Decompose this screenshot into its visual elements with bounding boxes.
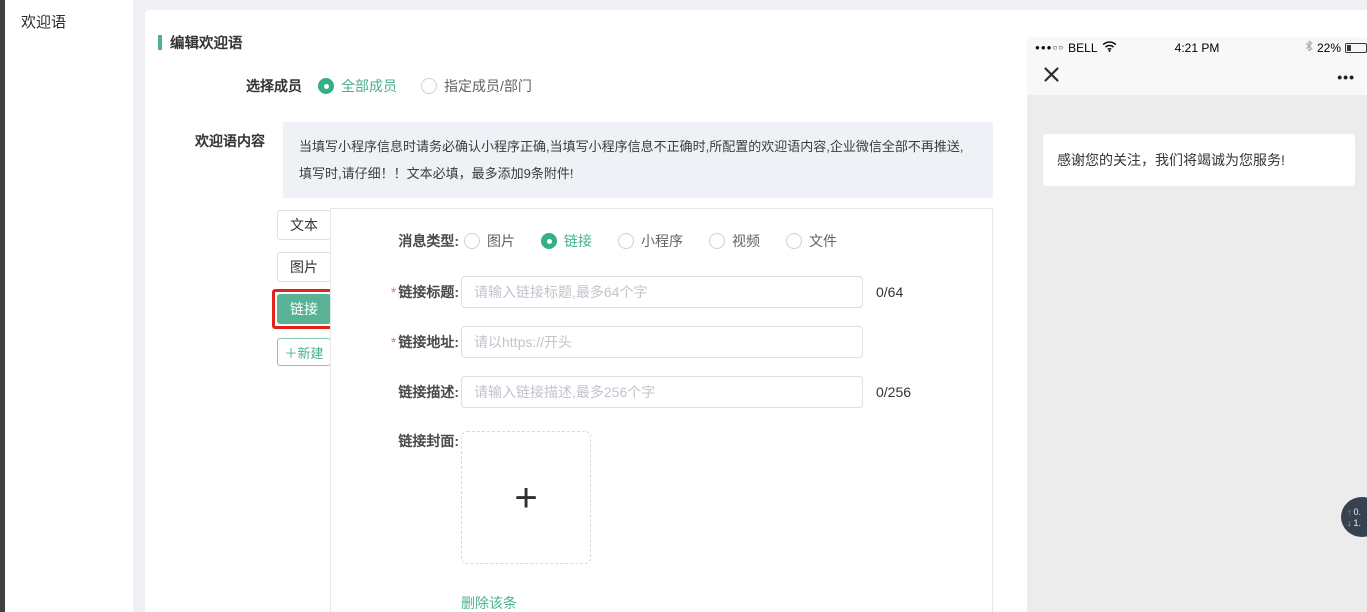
phone-preview: ●●●○○ BELL 4:21 PM xyxy=(1027,37,1367,612)
wifi-icon xyxy=(1102,41,1117,55)
cover-upload-box[interactable]: + xyxy=(461,431,591,564)
required-mark: * xyxy=(391,284,396,300)
page-title: 编辑欢迎语 xyxy=(158,32,243,53)
page: 欢迎语 编辑欢迎语 选择成员 全部成员 指定成员/部门 欢迎语内容 xyxy=(0,0,1367,612)
radio-type-link[interactable]: 链接 xyxy=(541,231,592,251)
download-speed-value: 1. xyxy=(1354,518,1362,528)
link-url-row: *链接地址: xyxy=(331,326,992,358)
add-new-attachment-button[interactable]: ＋新建 xyxy=(277,338,331,366)
upload-speed-row: ↑ 0. xyxy=(1347,507,1361,517)
signal-dots-icon: ●●●○○ xyxy=(1035,43,1064,52)
upload-speed-value: 0. xyxy=(1354,507,1362,517)
link-title-counter: 0/64 xyxy=(876,284,903,300)
link-url-label: *链接地址: xyxy=(331,332,459,352)
radio-unchecked-icon xyxy=(786,233,802,249)
battery-percent-label: 22% xyxy=(1317,41,1341,55)
radio-type-image[interactable]: 图片 xyxy=(464,231,515,251)
radio-type-image-label: 图片 xyxy=(487,231,515,251)
tab-text[interactable]: 文本 xyxy=(277,210,331,240)
tab-image[interactable]: 图片 xyxy=(277,252,331,282)
radio-type-miniprogram-label: 小程序 xyxy=(641,231,683,251)
member-options: 全部成员 指定成员/部门 xyxy=(318,76,532,96)
title-accent-bar xyxy=(158,35,162,50)
radio-unchecked-icon xyxy=(464,233,480,249)
notice-box: 当填写小程序信息时请务必确认小程序正确,当填写小程序信息不正确时,所配置的欢迎语… xyxy=(283,122,993,198)
radio-type-file[interactable]: 文件 xyxy=(786,231,837,251)
link-title-label-text: 链接标题: xyxy=(398,284,459,300)
delete-item-link[interactable]: 删除该条 xyxy=(461,593,517,612)
link-desc-row: 链接描述: 0/256 xyxy=(331,376,992,408)
link-desc-label-text: 链接描述: xyxy=(398,384,459,400)
link-title-label: *链接标题: xyxy=(331,282,459,302)
welcome-content-row: 欢迎语内容 当填写小程序信息时请务必确认小程序正确,当填写小程序信息不正确时,所… xyxy=(183,122,993,198)
clock-label: 4:21 PM xyxy=(1175,41,1220,55)
radio-type-file-label: 文件 xyxy=(809,231,837,251)
radio-checked-icon xyxy=(318,78,334,94)
status-right-group: 22% xyxy=(1305,40,1367,55)
radio-specified-members[interactable]: 指定成员/部门 xyxy=(421,76,532,96)
link-title-input[interactable] xyxy=(461,276,863,308)
member-select-row: 选择成员 全部成员 指定成员/部门 xyxy=(188,76,532,96)
link-url-input[interactable] xyxy=(461,326,863,358)
welcome-message-bubble: 感谢您的关注，我们将竭诚为您服务! xyxy=(1043,134,1355,186)
member-select-label: 选择成员 xyxy=(188,76,302,96)
radio-type-video-label: 视频 xyxy=(732,231,760,251)
upload-arrow-icon: ↑ xyxy=(1347,507,1352,517)
radio-checked-icon xyxy=(541,233,557,249)
radio-all-members[interactable]: 全部成员 xyxy=(318,76,397,96)
message-type-label: 消息类型: xyxy=(331,231,459,251)
radio-unchecked-icon xyxy=(709,233,725,249)
sidebar: 欢迎语 xyxy=(5,0,133,612)
radio-unchecked-icon xyxy=(421,78,437,94)
link-url-label-text: 链接地址: xyxy=(398,334,459,350)
bluetooth-icon xyxy=(1305,40,1313,55)
chat-preview-area: 感谢您的关注，我们将竭诚为您服务! xyxy=(1027,95,1367,612)
radio-unchecked-icon xyxy=(618,233,634,249)
link-title-row: *链接标题: 0/64 xyxy=(331,276,992,308)
radio-type-video[interactable]: 视频 xyxy=(709,231,760,251)
download-arrow-icon: ↓ xyxy=(1347,518,1352,528)
link-desc-input[interactable] xyxy=(461,376,863,408)
battery-icon xyxy=(1345,43,1367,53)
radio-all-members-label: 全部成员 xyxy=(341,76,397,96)
close-icon[interactable] xyxy=(1043,66,1060,88)
download-speed-row: ↓ 1. xyxy=(1347,518,1361,528)
radio-type-link-label: 链接 xyxy=(564,231,592,251)
link-cover-row: 链接封面: + xyxy=(331,431,992,564)
radio-specified-members-label: 指定成员/部门 xyxy=(444,76,532,96)
status-left-group: ●●●○○ BELL xyxy=(1035,41,1117,55)
sidebar-item-welcome-message[interactable]: 欢迎语 xyxy=(5,0,133,43)
phone-nav-bar: ••• xyxy=(1027,58,1367,95)
phone-status-bar: ●●●○○ BELL 4:21 PM xyxy=(1027,37,1367,58)
message-type-row: 消息类型: 图片 链接 小程序 xyxy=(331,231,992,251)
notice-line-2: 填写时,请仔细！！文本必填，最多添加9条附件! xyxy=(299,160,977,187)
page-title-text: 编辑欢迎语 xyxy=(170,32,243,53)
message-type-options: 图片 链接 小程序 视频 xyxy=(464,231,837,251)
link-desc-label: 链接描述: xyxy=(331,382,459,402)
link-desc-counter: 0/256 xyxy=(876,384,911,400)
tab-link[interactable]: 链接 xyxy=(277,294,331,324)
link-cover-label: 链接封面: xyxy=(331,431,459,451)
link-attachment-panel: 消息类型: 图片 链接 小程序 xyxy=(330,208,993,612)
required-mark: * xyxy=(391,334,396,350)
carrier-label: BELL xyxy=(1068,41,1097,55)
notice-line-1: 当填写小程序信息时请务必确认小程序正确,当填写小程序信息不正确时,所配置的欢迎语… xyxy=(299,133,977,160)
radio-type-miniprogram[interactable]: 小程序 xyxy=(618,231,683,251)
plus-icon: + xyxy=(514,478,537,518)
more-options-icon[interactable]: ••• xyxy=(1337,69,1355,85)
welcome-content-label: 欢迎语内容 xyxy=(183,122,265,151)
